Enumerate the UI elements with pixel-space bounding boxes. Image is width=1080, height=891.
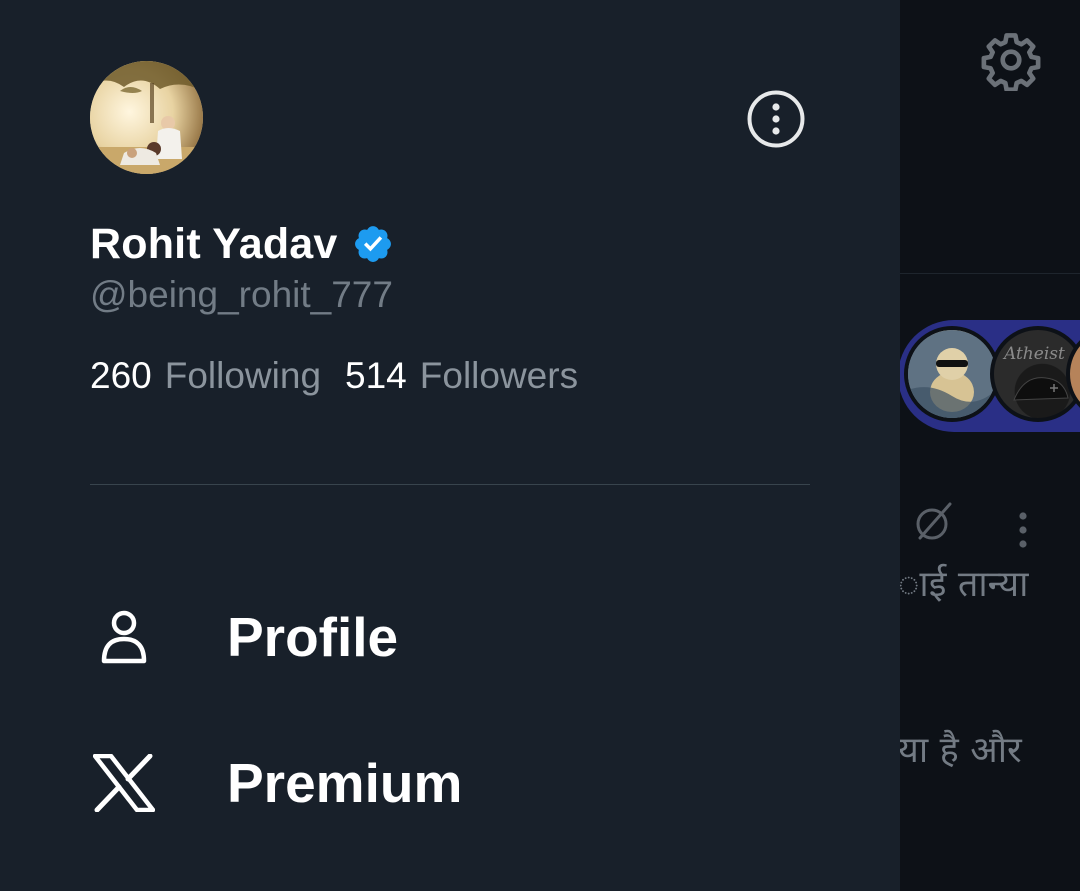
follow-stats: 260 Following 514 Followers	[90, 355, 578, 397]
menu-item-profile[interactable]: Profile	[90, 597, 810, 677]
post-text: या है और	[898, 730, 1022, 771]
post-text: ाई तान्या	[898, 564, 1029, 605]
display-name: Rohit Yadav	[90, 219, 338, 268]
following-label: Following	[164, 355, 322, 396]
menu-item-label: Premium	[227, 752, 463, 814]
following-count: 260	[90, 355, 152, 396]
avatar[interactable]	[90, 61, 203, 174]
fleet-avatar-image	[908, 330, 996, 418]
no-reply-icon	[916, 502, 952, 540]
gear-icon[interactable]	[980, 29, 1042, 91]
followers-link[interactable]: 514 Followers	[345, 355, 578, 397]
person-icon	[90, 603, 158, 671]
followers-label: Followers	[419, 355, 579, 396]
more-vertical-icon[interactable]	[1017, 510, 1029, 550]
avatar-image	[90, 61, 203, 174]
navigation-drawer: Rohit Yadav @being_rohit_777 260 Followi…	[0, 0, 900, 891]
screen: Atheist ाई तान्या या है और Rohit Yadav @…	[0, 0, 1080, 891]
menu-item-label: Profile	[227, 606, 399, 668]
timeline-divider	[900, 273, 1080, 274]
username-handle: @being_rohit_777	[90, 274, 393, 315]
x-logo-icon	[90, 749, 158, 817]
more-vertical-circle-icon[interactable]	[746, 89, 806, 149]
fleet-avatar[interactable]	[904, 326, 1000, 422]
verified-badge-icon	[354, 226, 391, 262]
display-name-row[interactable]: Rohit Yadav	[90, 216, 394, 272]
followers-count: 514	[345, 355, 407, 396]
fleets-row: Atheist	[898, 320, 1080, 432]
following-link[interactable]: 260 Following	[90, 355, 321, 397]
divider	[90, 484, 810, 485]
menu-item-premium[interactable]: Premium	[90, 743, 810, 823]
